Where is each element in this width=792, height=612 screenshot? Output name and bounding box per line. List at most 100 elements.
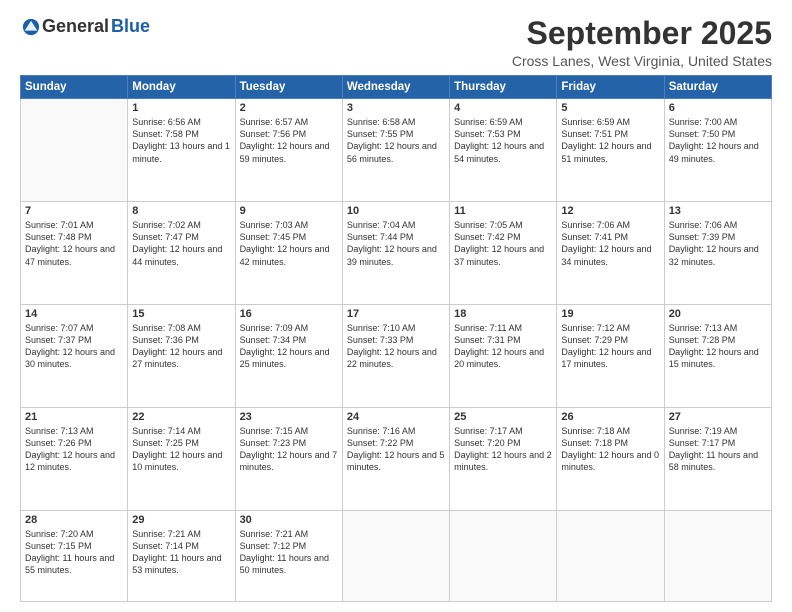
cell-sun-info: Sunrise: 7:06 AM Sunset: 7:41 PM Dayligh… <box>561 219 659 268</box>
cell-sun-info: Sunrise: 7:15 AM Sunset: 7:23 PM Dayligh… <box>240 425 338 474</box>
table-row: 8Sunrise: 7:02 AM Sunset: 7:47 PM Daylig… <box>128 202 235 305</box>
title-block: September 2025 Cross Lanes, West Virgini… <box>512 16 772 69</box>
day-number: 27 <box>669 411 767 423</box>
cell-sun-info: Sunrise: 7:04 AM Sunset: 7:44 PM Dayligh… <box>347 219 445 268</box>
table-row: 6 Sunrise: 7:00 AM Sunset: 7:50 PM Daylig… <box>664 99 771 202</box>
day-number: 29 <box>132 514 230 526</box>
cell-sun-info: Sunrise: 7:14 AM Sunset: 7:25 PM Dayligh… <box>132 425 230 474</box>
table-row: 30 Sunrise: 7:21 AM Sunset: 7:12 PM Dayli… <box>235 510 342 601</box>
logo: GeneralBlue <box>20 16 150 37</box>
table-row: 4 Sunrise: 6:59 AM Sunset: 7:53 PM Daylig… <box>450 99 557 202</box>
table-row: 9 Sunrise: 7:03 AM Sunset: 7:45 PM Daylig… <box>235 202 342 305</box>
table-row: 11 Sunrise: 7:05 AM Sunset: 7:42 PM Dayli… <box>450 202 557 305</box>
day-number: 7 <box>25 205 123 217</box>
col-wednesday: Wednesday <box>342 76 449 99</box>
col-sunday: Sunday <box>21 76 128 99</box>
page: GeneralBlue September 2025 Cross Lanes, … <box>0 0 792 612</box>
col-tuesday: Tuesday <box>235 76 342 99</box>
header: GeneralBlue September 2025 Cross Lanes, … <box>20 16 772 69</box>
day-number: 24 <box>347 411 445 423</box>
day-number: 25 <box>454 411 552 423</box>
col-saturday: Saturday <box>664 76 771 99</box>
day-number: 18 <box>454 308 552 320</box>
cell-sun-info: Sunrise: 7:21 AM Sunset: 7:12 PM Dayligh… <box>240 528 338 577</box>
table-row: 25 Sunrise: 7:17 AM Sunset: 7:20 PM Dayli… <box>450 407 557 510</box>
day-number: 3 <box>347 102 445 114</box>
day-number: 10 <box>347 205 445 217</box>
day-number: 12 <box>561 205 659 217</box>
day-number: 22 <box>132 411 230 423</box>
day-number: 11 <box>454 205 552 217</box>
table-row: 24 Sunrise: 7:16 AM Sunset: 7:22 PM Dayli… <box>342 407 449 510</box>
cell-sun-info: Sunrise: 7:06 AM Sunset: 7:39 PM Dayligh… <box>669 219 767 268</box>
table-row: 20 Sunrise: 7:13 AM Sunset: 7:28 PM Dayli… <box>664 304 771 407</box>
day-number: 21 <box>25 411 123 423</box>
table-row: 21 Sunrise: 7:13 AM Sunset: 7:26 PM Dayli… <box>21 407 128 510</box>
table-row: 19 Sunrise: 7:12 AM Sunset: 7:29 PM Dayli… <box>557 304 664 407</box>
table-row: 12 Sunrise: 7:06 AM Sunset: 7:41 PM Dayli… <box>557 202 664 305</box>
day-number: 1 <box>132 102 230 114</box>
table-row <box>664 510 771 601</box>
cell-sun-info: Sunrise: 7:10 AM Sunset: 7:33 PM Dayligh… <box>347 322 445 371</box>
cell-sun-info: Sunrise: 6:59 AM Sunset: 7:53 PM Dayligh… <box>454 116 552 165</box>
table-row: 13 Sunrise: 7:06 AM Sunset: 7:39 PM Dayli… <box>664 202 771 305</box>
cell-sun-info: Sunrise: 7:13 AM Sunset: 7:28 PM Dayligh… <box>669 322 767 371</box>
day-number: 9 <box>240 205 338 217</box>
day-number: 14 <box>25 308 123 320</box>
table-row: 26 Sunrise: 7:18 AM Sunset: 7:18 PM Dayli… <box>557 407 664 510</box>
cell-sun-info: Sunrise: 7:09 AM Sunset: 7:34 PM Dayligh… <box>240 322 338 371</box>
day-number: 5 <box>561 102 659 114</box>
table-row: 28Sunrise: 7:20 AM Sunset: 7:15 PM Dayli… <box>21 510 128 601</box>
day-number: 6 <box>669 102 767 114</box>
cell-sun-info: Sunrise: 7:20 AM Sunset: 7:15 PM Dayligh… <box>25 528 123 577</box>
cell-sun-info: Sunrise: 7:19 AM Sunset: 7:17 PM Dayligh… <box>669 425 767 474</box>
cell-sun-info: Sunrise: 7:07 AM Sunset: 7:37 PM Dayligh… <box>25 322 123 371</box>
cell-sun-info: Sunrise: 7:05 AM Sunset: 7:42 PM Dayligh… <box>454 219 552 268</box>
cell-sun-info: Sunrise: 7:03 AM Sunset: 7:45 PM Dayligh… <box>240 219 338 268</box>
day-number: 13 <box>669 205 767 217</box>
logo-general-text: General <box>42 16 109 37</box>
cell-sun-info: Sunrise: 7:08 AM Sunset: 7:36 PM Dayligh… <box>132 322 230 371</box>
cell-sun-info: Sunrise: 7:00 AM Sunset: 7:50 PM Dayligh… <box>669 116 767 165</box>
logo-icon <box>22 18 40 36</box>
table-row: 22 Sunrise: 7:14 AM Sunset: 7:25 PM Dayli… <box>128 407 235 510</box>
day-number: 20 <box>669 308 767 320</box>
table-row: 16 Sunrise: 7:09 AM Sunset: 7:34 PM Dayli… <box>235 304 342 407</box>
day-number: 23 <box>240 411 338 423</box>
day-number: 16 <box>240 308 338 320</box>
cell-sun-info: Sunrise: 7:02 AM Sunset: 7:47 PM Dayligh… <box>132 219 230 268</box>
table-row: 15Sunrise: 7:08 AM Sunset: 7:36 PM Dayli… <box>128 304 235 407</box>
table-row <box>342 510 449 601</box>
cell-sun-info: Sunrise: 6:56 AM Sunset: 7:58 PM Dayligh… <box>132 116 230 165</box>
cell-sun-info: Sunrise: 7:16 AM Sunset: 7:22 PM Dayligh… <box>347 425 445 474</box>
table-row: 14 Sunrise: 7:07 AM Sunset: 7:37 PM Dayli… <box>21 304 128 407</box>
table-row: 3 Sunrise: 6:58 AM Sunset: 7:55 PM Daylig… <box>342 99 449 202</box>
table-row: 10 Sunrise: 7:04 AM Sunset: 7:44 PM Dayli… <box>342 202 449 305</box>
calendar-header-row: Sunday Monday Tuesday Wednesday Thursday… <box>21 76 772 99</box>
col-thursday: Thursday <box>450 76 557 99</box>
day-number: 4 <box>454 102 552 114</box>
day-number: 30 <box>240 514 338 526</box>
day-number: 19 <box>561 308 659 320</box>
cell-sun-info: Sunrise: 7:01 AM Sunset: 7:48 PM Dayligh… <box>25 219 123 268</box>
table-row: 17 Sunrise: 7:10 AM Sunset: 7:33 PM Dayli… <box>342 304 449 407</box>
cell-sun-info: Sunrise: 6:57 AM Sunset: 7:56 PM Dayligh… <box>240 116 338 165</box>
cell-sun-info: Sunrise: 7:12 AM Sunset: 7:29 PM Dayligh… <box>561 322 659 371</box>
day-number: 2 <box>240 102 338 114</box>
cell-sun-info: Sunrise: 7:11 AM Sunset: 7:31 PM Dayligh… <box>454 322 552 371</box>
cell-sun-info: Sunrise: 6:58 AM Sunset: 7:55 PM Dayligh… <box>347 116 445 165</box>
cell-sun-info: Sunrise: 7:17 AM Sunset: 7:20 PM Dayligh… <box>454 425 552 474</box>
table-row <box>21 99 128 202</box>
table-row: 18 Sunrise: 7:11 AM Sunset: 7:31 PM Dayli… <box>450 304 557 407</box>
calendar-table: Sunday Monday Tuesday Wednesday Thursday… <box>20 75 772 602</box>
cell-sun-info: Sunrise: 7:18 AM Sunset: 7:18 PM Dayligh… <box>561 425 659 474</box>
table-row: 2 Sunrise: 6:57 AM Sunset: 7:56 PM Daylig… <box>235 99 342 202</box>
cell-sun-info: Sunrise: 6:59 AM Sunset: 7:51 PM Dayligh… <box>561 116 659 165</box>
table-row: 1 Sunrise: 6:56 AM Sunset: 7:58 PM Daylig… <box>128 99 235 202</box>
table-row: 7 Sunrise: 7:01 AM Sunset: 7:48 PM Daylig… <box>21 202 128 305</box>
col-friday: Friday <box>557 76 664 99</box>
cell-sun-info: Sunrise: 7:13 AM Sunset: 7:26 PM Dayligh… <box>25 425 123 474</box>
table-row: 29Sunrise: 7:21 AM Sunset: 7:14 PM Dayli… <box>128 510 235 601</box>
day-number: 26 <box>561 411 659 423</box>
day-number: 17 <box>347 308 445 320</box>
